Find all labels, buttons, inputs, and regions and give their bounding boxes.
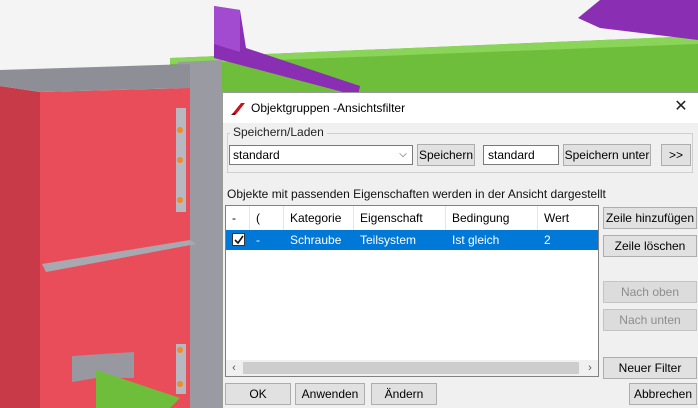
- ok-button[interactable]: OK: [225, 383, 291, 405]
- scroll-left-icon[interactable]: ‹: [226, 360, 242, 376]
- dialog-titlebar[interactable]: Objektgruppen -Ansichtsfilter ✕: [223, 93, 698, 123]
- bolt: [177, 347, 183, 353]
- purple-beam-left-face: [214, 6, 240, 52]
- bolt: [177, 197, 183, 203]
- save-button[interactable]: Speichern: [417, 144, 475, 166]
- close-icon[interactable]: ✕: [670, 97, 692, 117]
- column-header-kategorie[interactable]: Kategorie: [284, 206, 354, 230]
- filter-table[interactable]: - ( Kategorie Eigenschaft Bedingung Wert…: [225, 205, 599, 377]
- chevron-down-icon[interactable]: ⌵: [396, 147, 410, 163]
- table-header: - ( Kategorie Eigenschaft Bedingung Wert: [226, 206, 598, 230]
- column-header-paren[interactable]: (: [250, 206, 284, 230]
- preset-name-input[interactable]: standard: [483, 145, 559, 165]
- delete-row-button[interactable]: Zeile löschen: [603, 235, 697, 257]
- bolt: [177, 381, 183, 387]
- save-as-button[interactable]: Speichern unter: [563, 144, 651, 166]
- move-up-button[interactable]: Nach oben: [603, 281, 697, 303]
- cancel-button[interactable]: Abbrechen: [629, 383, 697, 405]
- bolt: [177, 157, 183, 163]
- scrollbar-thumb[interactable]: [243, 362, 579, 374]
- checkmark-icon: [234, 235, 244, 245]
- row-wert-cell[interactable]: 2: [538, 230, 598, 250]
- row-bedingung-cell[interactable]: Ist gleich: [446, 230, 538, 250]
- row-paren-cell[interactable]: -: [250, 230, 284, 250]
- save-load-group-label: Speichern/Laden: [230, 125, 327, 139]
- dialog-title: Objektgruppen -Ansichtsfilter: [251, 101, 406, 115]
- row-eigenschaft-cell[interactable]: Teilsystem: [354, 230, 446, 250]
- row-kategorie-cell[interactable]: Schraube: [284, 230, 354, 250]
- row-enable-checkbox[interactable]: [232, 233, 245, 246]
- modify-button[interactable]: Ändern: [371, 383, 437, 405]
- new-filter-button[interactable]: Neuer Filter: [603, 357, 697, 379]
- column-header-eigenschaft[interactable]: Eigenschaft: [354, 206, 446, 230]
- bolt: [177, 127, 183, 133]
- add-row-button[interactable]: Zeile hinzufügen: [603, 207, 697, 229]
- expand-button[interactable]: >>: [661, 144, 691, 166]
- app-logo-icon: [231, 103, 245, 115]
- column-header-enable[interactable]: -: [226, 206, 250, 230]
- column-header-wert[interactable]: Wert: [538, 206, 598, 230]
- view-filter-dialog: Objektgruppen -Ansichtsfilter ✕ Speicher…: [222, 92, 698, 408]
- column-header-bedingung[interactable]: Bedingung: [446, 206, 538, 230]
- filter-info-text: Objekte mit passenden Eigenschaften werd…: [227, 187, 606, 201]
- table-row[interactable]: - Schraube Teilsystem Ist gleich 2: [226, 230, 598, 250]
- preset-dropdown[interactable]: standard ⌵: [229, 145, 413, 165]
- apply-button[interactable]: Anwenden: [295, 383, 365, 405]
- scroll-right-icon[interactable]: ›: [582, 360, 598, 376]
- red-plate-side: [0, 86, 40, 408]
- preset-dropdown-value: standard: [233, 148, 280, 162]
- move-down-button[interactable]: Nach unten: [603, 309, 697, 331]
- horizontal-scrollbar[interactable]: ‹ ›: [226, 360, 598, 376]
